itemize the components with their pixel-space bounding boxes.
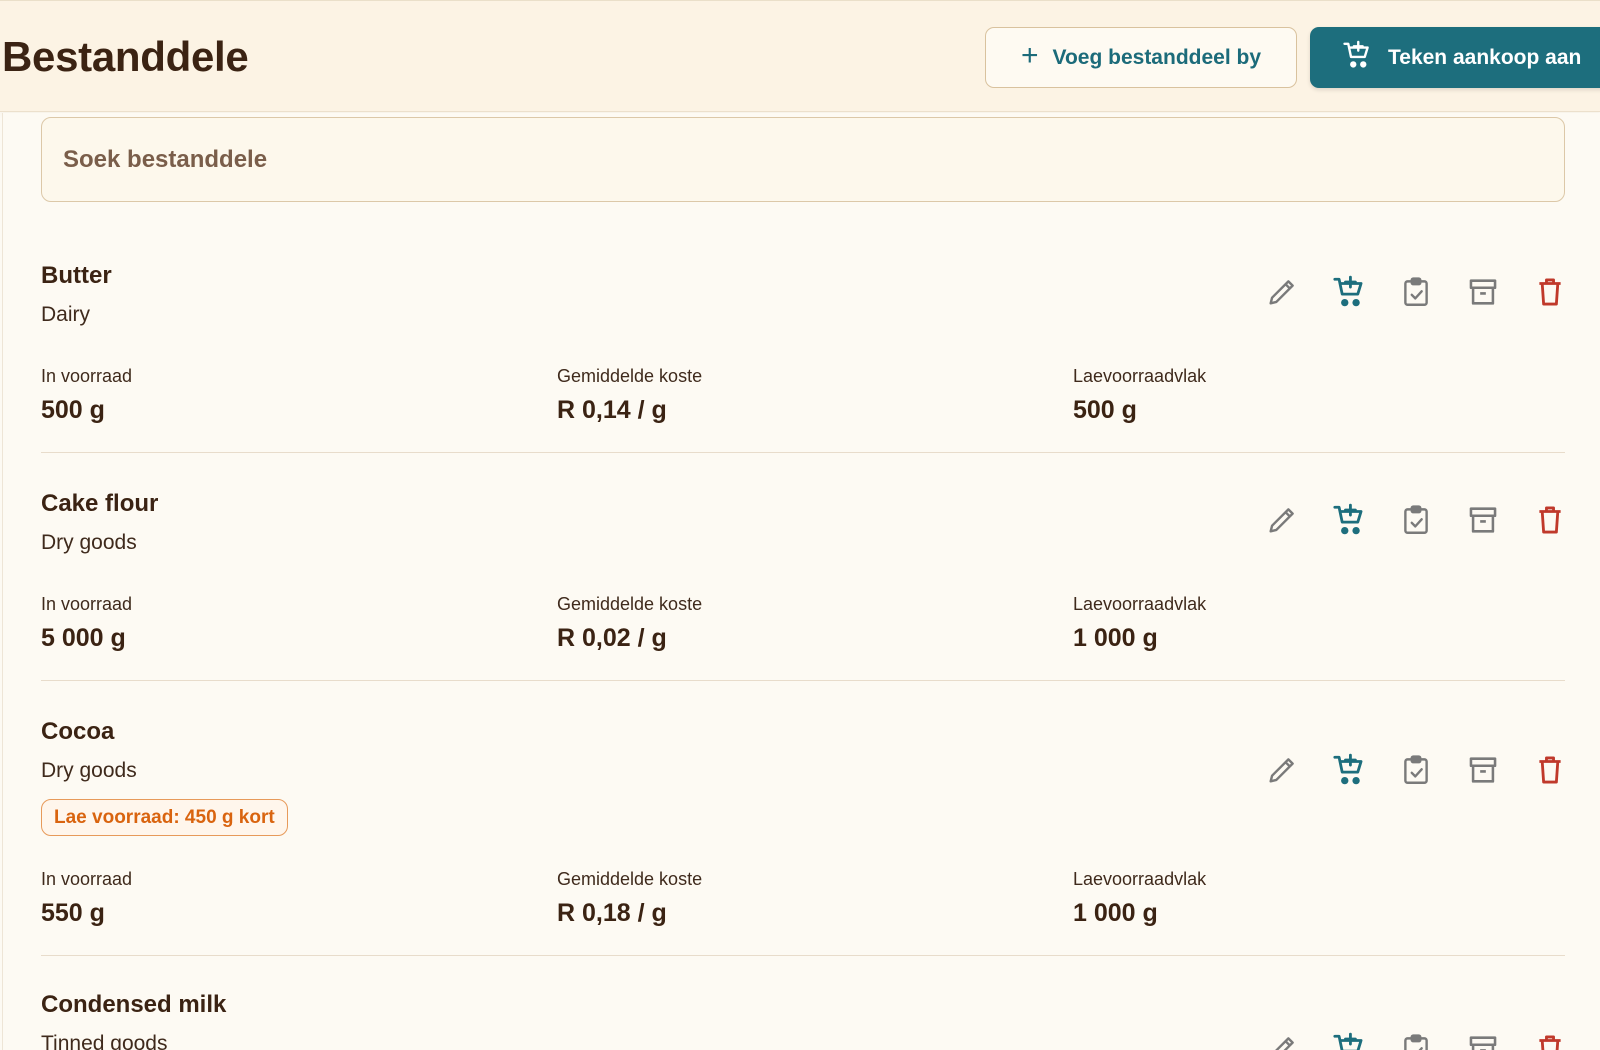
ingredient-item: Cake flour Dry goods In voorraad 5 000 g… [41,490,1565,681]
record-purchase-button[interactable]: Teken aankoop aan [1310,27,1600,88]
delete-button[interactable] [1516,1029,1583,1050]
stocktake-button[interactable] [1382,272,1449,312]
low-threshold-value: 500 g [1073,396,1137,424]
delete-button[interactable] [1516,750,1583,790]
search-placeholder: Soek bestanddele [63,145,268,173]
edit-button[interactable] [1248,500,1315,540]
avg-cost-value: R 0,14 / g [557,396,667,424]
item-actions [1248,272,1583,312]
archive-icon [1469,1036,1496,1050]
avg-cost-value: R 0,02 / g [557,624,667,652]
in-stock-value: 550 g [41,899,105,927]
delete-button[interactable] [1516,500,1583,540]
plus-icon: + [1020,39,1039,72]
item-actions [1248,750,1583,790]
low-stock-badge: Lae voorraad: 450 g kort [41,799,288,836]
edit-button[interactable] [1248,272,1315,312]
add-ingredient-button[interactable]: + Voeg bestanddeel by [985,27,1297,88]
ingredient-name: Cake flour [41,490,159,517]
trash-icon [1538,506,1561,534]
low-threshold-value: 1 000 g [1073,899,1158,927]
cart-plus-icon [1332,753,1362,785]
record-purchase-label: Teken aankoop aan [1388,45,1582,69]
avg-cost-label: Gemiddelde koste [557,366,703,386]
trash-icon [1538,278,1561,306]
in-stock-stat: In voorraad 500 g [41,366,132,425]
page-header: Bestanddele + Voeg bestanddeel by Teken … [0,0,1600,112]
edit-button[interactable] [1248,750,1315,790]
restock-button[interactable] [1315,500,1382,540]
ingredient-item: Butter Dairy In voorraad 500 g Gemiddeld… [41,262,1565,453]
in-stock-stat: In voorraad 550 g [41,869,132,928]
cart-plus-icon [1332,1032,1362,1050]
page-title: Bestanddele [2,33,249,80]
ingredients-page: Bestanddele + Voeg bestanddeel by Teken … [0,0,1600,1050]
clipboard-check-icon [1403,755,1428,784]
ingredient-item: Cocoa Dry goods Lae voorraad: 450 g kort [41,718,1565,956]
cart-plus-icon [1332,275,1362,307]
stocktake-button[interactable] [1382,750,1449,790]
avg-cost-label: Gemiddelde koste [557,594,703,614]
ingredient-category: Dry goods [41,531,137,554]
in-stock-value: 5 000 g [41,624,126,652]
avg-cost-label: Gemiddelde koste [557,869,703,889]
archive-button[interactable] [1449,500,1516,540]
archive-button[interactable] [1449,1029,1516,1050]
item-actions [1248,500,1583,540]
in-stock-label: In voorraad [41,594,133,614]
in-stock-stat: In voorraad 5 000 g [41,594,132,653]
in-stock-label: In voorraad [41,366,133,386]
ingredient-category: Dry goods [41,759,137,782]
ingredient-category: Dairy [41,303,91,326]
avg-cost-stat: Gemiddelde koste R 0,14 / g [557,366,702,425]
delete-button[interactable] [1516,272,1583,312]
clipboard-check-icon [1403,505,1428,534]
item-actions [1248,1029,1583,1050]
add-ingredient-label: Voeg bestanddeel by [1052,45,1262,69]
pencil-icon [1274,1037,1294,1050]
cart-plus-icon [1342,40,1372,76]
low-threshold-label: Laevoorraadvlak [1073,366,1207,386]
clipboard-check-icon [1403,277,1428,306]
archive-icon [1469,279,1496,305]
clipboard-check-icon [1403,1034,1428,1050]
ingredient-name: Cocoa [41,718,115,745]
stocktake-button[interactable] [1382,500,1449,540]
pencil-icon [1268,508,1294,533]
stocktake-button[interactable] [1382,1029,1449,1050]
ingredient-category: Tinned goods [41,1032,168,1050]
ingredients-panel: Soek bestanddele Butter Dairy In voorraa… [2,113,1600,1050]
archive-button[interactable] [1449,750,1516,790]
low-threshold-label: Laevoorraadvlak [1073,869,1207,889]
avg-cost-stat: Gemiddelde koste R 0,02 / g [557,594,702,653]
cart-plus-icon [1332,503,1362,535]
ingredient-item: Condensed milk Tinned goods [41,991,1565,1050]
in-stock-label: In voorraad [41,869,133,889]
low-threshold-value: 1 000 g [1073,624,1158,652]
search-input[interactable]: Soek bestanddele [41,117,1565,202]
ingredient-name: Condensed milk [41,991,227,1018]
low-threshold-stat: Laevoorraadvlak 1 000 g [1073,869,1206,928]
low-threshold-label: Laevoorraadvlak [1073,594,1207,614]
trash-icon [1538,1035,1561,1050]
trash-icon [1538,756,1561,784]
in-stock-value: 500 g [41,396,105,424]
avg-cost-value: R 0,18 / g [557,899,667,927]
restock-button[interactable] [1315,272,1382,312]
avg-cost-stat: Gemiddelde koste R 0,18 / g [557,869,702,928]
pencil-icon [1268,280,1294,305]
restock-button[interactable] [1315,750,1382,790]
low-threshold-stat: Laevoorraadvlak 500 g [1073,366,1206,425]
archive-button[interactable] [1449,272,1516,312]
edit-button[interactable] [1248,1029,1315,1050]
archive-icon [1469,507,1496,533]
archive-icon [1469,757,1496,783]
restock-button[interactable] [1315,1029,1382,1050]
pencil-icon [1268,758,1294,783]
ingredient-name: Butter [41,262,112,289]
low-threshold-stat: Laevoorraadvlak 1 000 g [1073,594,1206,653]
